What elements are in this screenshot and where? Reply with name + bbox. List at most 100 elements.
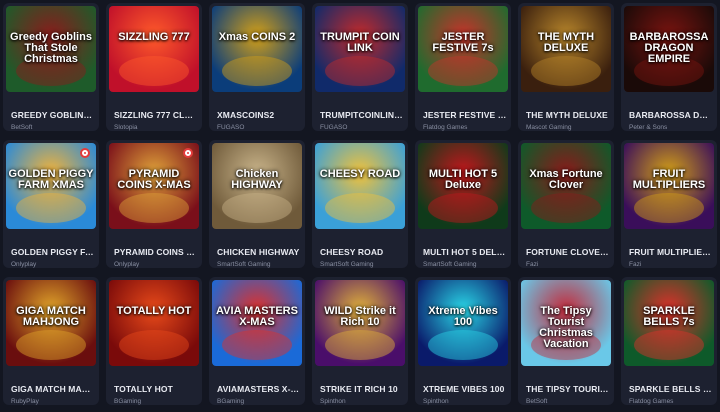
game-title: XTREME VIBES 100	[423, 384, 505, 394]
game-logo-text: Xmas COINS 2	[218, 30, 296, 43]
target-icon[interactable]	[183, 148, 193, 158]
game-logo-text: Chicken HIGHWAY	[231, 167, 283, 191]
game-card[interactable]: WILD Strike it Rich 10 STRIKE IT RICH 10 S…	[312, 277, 408, 405]
game-logo-text: The Tipsy Tourist Christmas Vacation	[539, 304, 593, 350]
game-thumbnail[interactable]: SPARKLE BELLS 7s	[624, 280, 714, 366]
thumbnail-glow	[531, 193, 601, 223]
game-card[interactable]: GOLDEN PIGGY FARM XMAS GOLDEN PIGGY FAR..…	[3, 140, 99, 268]
thumbnail-glow	[428, 330, 498, 360]
game-title: SIZZLING 777 CLAS...	[114, 110, 198, 120]
game-thumbnail[interactable]: GIGA MATCH MAHJONG	[6, 280, 96, 366]
game-provider: Spinthon	[320, 398, 346, 405]
game-title: BARBAROSSA DRA...	[629, 110, 713, 120]
thumbnail-glow	[634, 330, 704, 360]
game-title: AVIAMASTERS X-MAS	[217, 384, 301, 394]
game-logo-text: SIZZLING 777	[118, 30, 190, 43]
game-logo-text: FRUIT MULTIPLIERS	[632, 167, 706, 191]
game-logo-text: Xmas Fortune Clover	[529, 167, 603, 191]
game-provider: Mascot Gaming	[526, 124, 572, 131]
game-thumbnail[interactable]: AVIA MASTERS X-MAS	[212, 280, 302, 366]
thumbnail-glow	[222, 330, 292, 360]
game-provider: Onlyplay	[114, 261, 140, 268]
game-provider: Peter & Sons	[629, 124, 668, 131]
game-title: CHICKEN HIGHWAY	[217, 247, 300, 257]
game-logo-text: GIGA MATCH MAHJONG	[16, 304, 86, 328]
game-card[interactable]: THE MYTH DELUXE THE MYTH DELUXE Mascot Gam…	[518, 3, 614, 131]
game-title: JESTER FESTIVE 7S	[423, 110, 507, 120]
game-card[interactable]: AVIA MASTERS X-MAS AVIAMASTERS X-MAS BGami…	[209, 277, 305, 405]
game-card[interactable]: BARBAROSSA DRAGON EMPIRE BARBAROSSA DRA..…	[621, 3, 717, 131]
game-thumbnail[interactable]: The Tipsy Tourist Christmas Vacation	[521, 280, 611, 366]
thumbnail-glow	[16, 193, 86, 223]
game-card[interactable]: MULTI HOT 5 Deluxe MULTI HOT 5 DELUXE Smar…	[415, 140, 511, 268]
game-thumbnail[interactable]: GOLDEN PIGGY FARM XMAS	[6, 143, 96, 229]
game-title: STRIKE IT RICH 10	[320, 384, 398, 394]
game-thumbnail[interactable]: BARBAROSSA DRAGON EMPIRE	[624, 6, 714, 92]
game-provider: SmartSoft Gaming	[423, 261, 477, 268]
game-grid: Greedy Goblins That Stole Christmas GREED…	[0, 0, 720, 412]
game-card[interactable]: SIZZLING 777 SIZZLING 777 CLAS... Slotopia	[106, 3, 202, 131]
game-card[interactable]: Xtreme Vibes 100 XTREME VIBES 100 Spinthon	[415, 277, 511, 405]
game-provider: SmartSoft Gaming	[320, 261, 374, 268]
game-card[interactable]: Greedy Goblins That Stole Christmas GREED…	[3, 3, 99, 131]
game-provider: RubyPlay	[11, 398, 39, 405]
game-logo-text: MULTI HOT 5 Deluxe	[428, 167, 498, 191]
game-provider: Flatdog Games	[629, 398, 674, 405]
game-provider: SmartSoft Gaming	[217, 261, 271, 268]
game-card[interactable]: The Tipsy Tourist Christmas Vacation THE …	[518, 277, 614, 405]
game-logo-text: Greedy Goblins That Stole Christmas	[10, 30, 92, 65]
game-card[interactable]: FRUIT MULTIPLIERS FRUIT MULTIPLIERS Fazi	[621, 140, 717, 268]
game-thumbnail[interactable]: Xmas Fortune Clover	[521, 143, 611, 229]
thumbnail-glow	[325, 56, 395, 86]
game-provider: FUGASO	[320, 124, 348, 131]
thumbnail-glow	[428, 193, 498, 223]
game-thumbnail[interactable]: JESTER FESTIVE 7s	[418, 6, 508, 92]
game-thumbnail[interactable]: Chicken HIGHWAY	[212, 143, 302, 229]
game-title: SPARKLE BELLS 7S	[629, 384, 713, 394]
thumbnail-glow	[119, 330, 189, 360]
game-provider: Slotopia	[114, 124, 138, 131]
game-logo-text: AVIA MASTERS X-MAS	[216, 304, 298, 328]
game-thumbnail[interactable]: TOTALLY HOT	[109, 280, 199, 366]
game-card[interactable]: JESTER FESTIVE 7s JESTER FESTIVE 7S Flatdo…	[415, 3, 511, 131]
game-thumbnail[interactable]: TRUMPIT COIN LINK	[315, 6, 405, 92]
game-card[interactable]: PYRAMID COINS X-MAS PYRAMID COINS X-... On…	[106, 140, 202, 268]
game-card[interactable]: GIGA MATCH MAHJONG GIGA MATCH MAHJ... Ruby…	[3, 277, 99, 405]
game-title: THE MYTH DELUXE	[526, 110, 608, 120]
game-provider: Spinthon	[423, 398, 449, 405]
thumbnail-glow	[634, 193, 704, 223]
thumbnail-glow	[428, 56, 498, 86]
thumbnail-glow	[531, 56, 601, 86]
game-thumbnail[interactable]: WILD Strike it Rich 10	[315, 280, 405, 366]
game-title: MULTI HOT 5 DELUXE	[423, 247, 507, 257]
game-logo-text: BARBAROSSA DRAGON EMPIRE	[629, 30, 709, 65]
game-card[interactable]: SPARKLE BELLS 7s SPARKLE BELLS 7S Flatdog …	[621, 277, 717, 405]
game-thumbnail[interactable]: SIZZLING 777	[109, 6, 199, 92]
game-card[interactable]: TOTALLY HOT TOTALLY HOT BGaming	[106, 277, 202, 405]
game-card[interactable]: TRUMPIT COIN LINK TRUMPITCOINLINK... FUGAS…	[312, 3, 408, 131]
game-logo-text: PYRAMID COINS X-MAS	[117, 167, 191, 191]
game-thumbnail[interactable]: Xmas COINS 2	[212, 6, 302, 92]
game-thumbnail[interactable]: CHEESY ROAD	[315, 143, 405, 229]
game-thumbnail[interactable]: Greedy Goblins That Stole Christmas	[6, 6, 96, 92]
game-title: FORTUNE CLOVER ...	[526, 247, 610, 257]
thumbnail-glow	[222, 56, 292, 86]
game-card[interactable]: CHEESY ROAD CHEESY ROAD SmartSoft Gaming	[312, 140, 408, 268]
game-thumbnail[interactable]: Xtreme Vibes 100	[418, 280, 508, 366]
game-logo-text: TOTALLY HOT	[116, 304, 192, 317]
game-card[interactable]: Chicken HIGHWAY CHICKEN HIGHWAY SmartSoft …	[209, 140, 305, 268]
target-icon[interactable]	[80, 148, 90, 158]
game-logo-text: THE MYTH DELUXE	[537, 30, 595, 54]
thumbnail-glow	[222, 193, 292, 223]
game-logo-text: GOLDEN PIGGY FARM XMAS	[8, 167, 94, 191]
game-thumbnail[interactable]: MULTI HOT 5 Deluxe	[418, 143, 508, 229]
game-thumbnail[interactable]: FRUIT MULTIPLIERS	[624, 143, 714, 229]
game-provider: BetSoft	[11, 124, 33, 131]
game-logo-text: SPARKLE BELLS 7s	[643, 304, 695, 328]
game-thumbnail[interactable]: THE MYTH DELUXE	[521, 6, 611, 92]
game-card[interactable]: Xmas COINS 2 XMASCOINS2 FUGASO	[209, 3, 305, 131]
game-provider: Fazi	[629, 261, 642, 268]
game-card[interactable]: Xmas Fortune Clover FORTUNE CLOVER ... Faz…	[518, 140, 614, 268]
game-thumbnail[interactable]: PYRAMID COINS X-MAS	[109, 143, 199, 229]
game-logo-text: WILD Strike it Rich 10	[324, 304, 396, 328]
